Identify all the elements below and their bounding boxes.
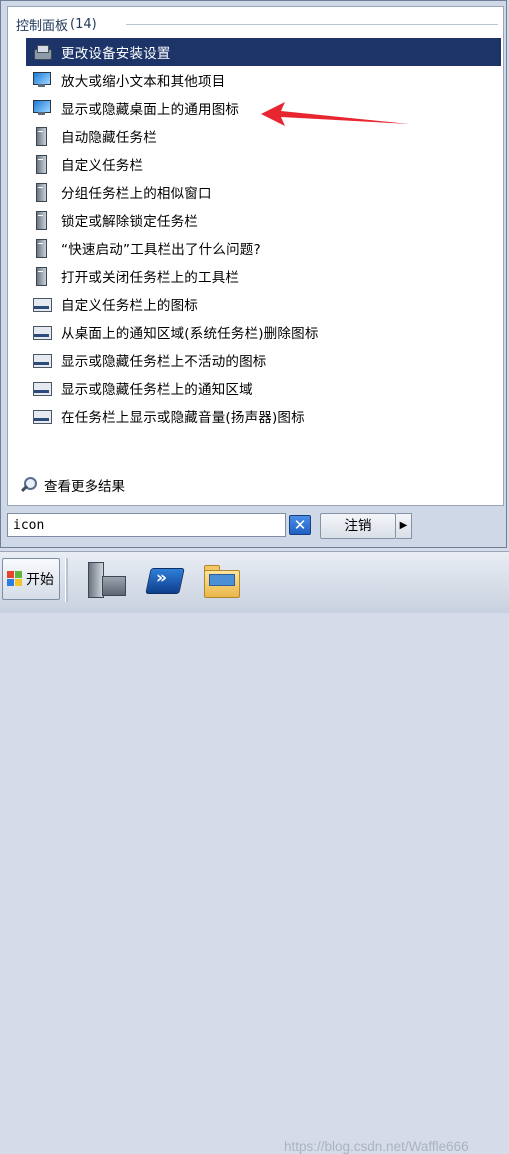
annotation-arrow [261, 102, 409, 126]
result-item-label: 放大或缩小文本和其他项目 [61, 74, 226, 90]
result-item[interactable]: 放大或缩小文本和其他项目 [26, 66, 501, 94]
notification-area-icon [32, 351, 52, 369]
start-label: 开始 [26, 572, 54, 588]
chevron-right-icon: ▶ [399, 520, 408, 531]
group-divider [126, 24, 498, 25]
result-list: 更改设备安装设置放大或缩小文本和其他项目 显示或隐藏桌面上的通用图标 自动隐藏任务栏… [26, 38, 501, 430]
result-item-label: 锁定或解除锁定任务栏 [61, 214, 198, 230]
clear-search-button[interactable]: ✕ [289, 515, 311, 535]
result-item-label: 打开或关闭任务栏上的工具栏 [61, 270, 240, 286]
search-icon [20, 476, 38, 494]
group-title: 控制面板 [16, 18, 69, 34]
start-menu: 控制面板 (14) 更改设备安装设置放大或缩小文本和其他项目 显示或隐藏桌面上的通… [0, 0, 507, 548]
result-item-label: “快速启动”工具栏出了什么问题? [61, 242, 261, 258]
group-header: 控制面板 (14) [16, 15, 97, 34]
monitor-icon [32, 71, 52, 89]
notification-area-icon [32, 379, 52, 397]
search-results-panel: 控制面板 (14) 更改设备安装设置放大或缩小文本和其他项目 显示或隐藏桌面上的通… [7, 6, 504, 506]
watermark: https://blog.csdn.net/Waffle666 [284, 1139, 469, 1154]
result-item[interactable]: 更改设备安装设置 [26, 38, 501, 66]
taskbar-properties-icon [32, 127, 52, 146]
taskbar-properties-icon [32, 267, 52, 286]
result-item-label: 显示或隐藏任务栏上不活动的图标 [61, 354, 267, 370]
taskbar-separator [65, 558, 68, 602]
result-item[interactable]: “快速启动”工具栏出了什么问题? [26, 234, 501, 262]
search-input[interactable] [7, 513, 286, 537]
result-item[interactable]: 显示或隐藏任务栏上的通知区域 [26, 374, 501, 402]
monitor-icon [32, 99, 52, 117]
result-item[interactable]: 锁定或解除锁定任务栏 [26, 206, 501, 234]
server-manager-icon[interactable] [84, 560, 128, 602]
result-item[interactable]: 打开或关闭任务栏上的工具栏 [26, 262, 501, 290]
result-item-label: 分组任务栏上的相似窗口 [61, 186, 212, 202]
windows-logo-icon [7, 571, 23, 587]
result-item[interactable]: 从桌面上的通知区域(系统任务栏)删除图标 [26, 318, 501, 346]
result-item-label: 显示或隐藏桌面上的通用图标 [61, 102, 240, 118]
explorer-folder-icon[interactable] [200, 560, 244, 602]
notification-area-icon [32, 295, 52, 313]
result-item-label: 显示或隐藏任务栏上的通知区域 [61, 382, 253, 398]
taskbar-properties-icon [32, 183, 52, 202]
result-item-label: 从桌面上的通知区域(系统任务栏)删除图标 [61, 326, 319, 342]
search-row: ✕ 注销 ▶ [7, 512, 504, 540]
notification-area-icon [32, 407, 52, 425]
taskbar: 开始 » https://blog.csdn.net/Waffle666 [0, 551, 509, 1154]
group-count: (14) [70, 16, 97, 32]
result-item-label: 自动隐藏任务栏 [61, 130, 157, 146]
logoff-button[interactable]: 注销 [320, 513, 396, 539]
taskbar-properties-icon [32, 155, 52, 174]
powershell-icon[interactable]: » [142, 560, 186, 602]
result-item[interactable]: 自定义任务栏上的图标 [26, 290, 501, 318]
taskbar-properties-icon [32, 239, 52, 258]
result-item-label: 更改设备安装设置 [61, 46, 171, 62]
result-item-label: 在任务栏上显示或隐藏音量(扬声器)图标 [61, 410, 305, 426]
taskbar-properties-icon [32, 211, 52, 230]
shutdown-options-button[interactable]: ▶ [396, 513, 412, 539]
result-item[interactable]: 在任务栏上显示或隐藏音量(扬声器)图标 [26, 402, 501, 430]
device-settings-icon [32, 43, 52, 61]
result-item[interactable]: 自定义任务栏 [26, 150, 501, 178]
notification-area-icon [32, 323, 52, 341]
result-item-label: 自定义任务栏 [61, 158, 144, 174]
result-item-label: 自定义任务栏上的图标 [61, 298, 198, 314]
start-button[interactable]: 开始 [2, 558, 60, 600]
result-item[interactable]: 分组任务栏上的相似窗口 [26, 178, 501, 206]
see-more-results[interactable]: 查看更多结果 [20, 475, 125, 495]
see-more-label: 查看更多结果 [44, 479, 125, 495]
result-item[interactable]: 显示或隐藏任务栏上不活动的图标 [26, 346, 501, 374]
close-icon: ✕ [293, 516, 307, 534]
